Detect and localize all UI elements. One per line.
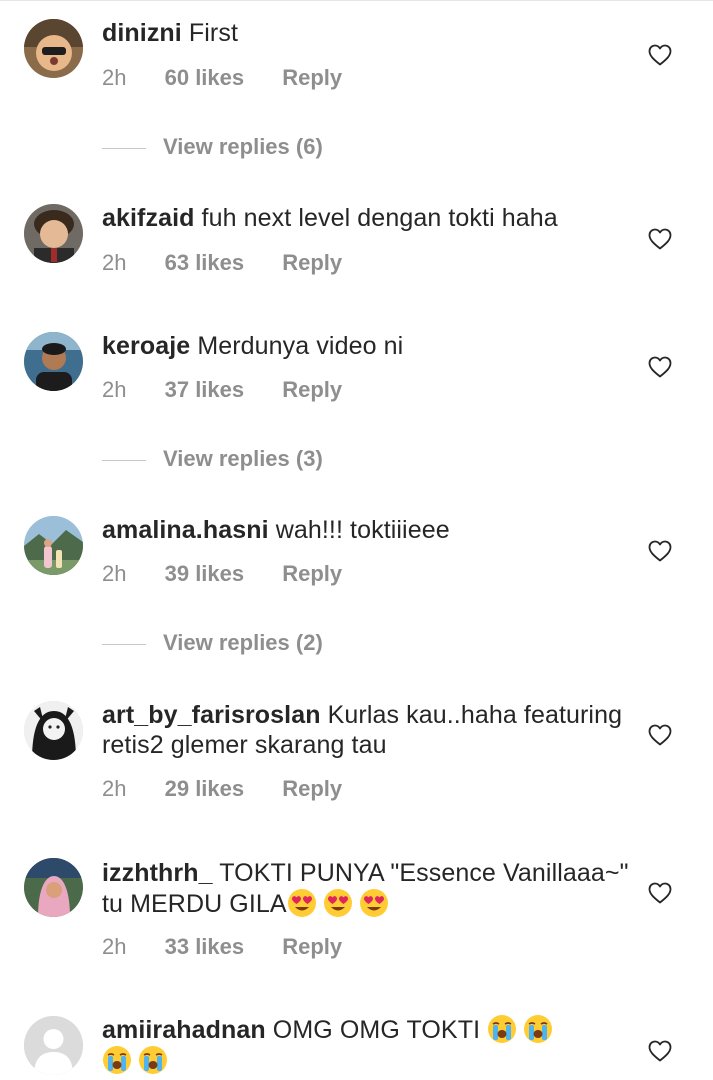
comment-time: 2h bbox=[102, 377, 127, 402]
view-replies-label: View replies (3) bbox=[163, 446, 323, 471]
comment-username[interactable]: amiirahadnan bbox=[102, 1016, 266, 1044]
view-replies-button[interactable]: View replies (2) bbox=[102, 628, 323, 658]
view-replies-button[interactable]: View replies (6) bbox=[102, 132, 323, 162]
comment-meta: 2h 60 likes Reply bbox=[102, 65, 342, 91]
comment-time: 2h bbox=[102, 776, 127, 801]
comment-text: amalina.hasni wah!!! toktiiieee bbox=[102, 515, 632, 545]
view-replies-label: View replies (6) bbox=[163, 134, 323, 159]
comment-likes[interactable]: 39 likes bbox=[165, 561, 245, 587]
avatar[interactable] bbox=[24, 332, 83, 391]
top-divider bbox=[0, 0, 713, 1]
reply-button[interactable]: Reply bbox=[282, 65, 342, 91]
comment-text: akifzaid fuh next level dengan tokti hah… bbox=[102, 203, 632, 233]
comment-username[interactable]: dinizni bbox=[102, 19, 182, 47]
comment-body: OMG OMG TOKTI bbox=[272, 1016, 481, 1044]
comment-time: 2h bbox=[102, 65, 127, 90]
comment-username[interactable]: keroaje bbox=[102, 332, 190, 360]
comment-body: wah!!! toktiiieee bbox=[275, 516, 450, 544]
heart-eyes-emoji-icon bbox=[359, 889, 388, 917]
comment-body: fuh next level dengan tokti haha bbox=[201, 204, 558, 232]
view-replies-line bbox=[102, 643, 146, 645]
heart-icon[interactable] bbox=[648, 724, 672, 746]
loudly-crying-emoji-icon bbox=[139, 1046, 167, 1074]
heart-icon[interactable] bbox=[648, 228, 672, 250]
comment-text: keroaje Merdunya video ni bbox=[102, 331, 632, 361]
reply-button[interactable]: Reply bbox=[282, 561, 342, 587]
view-replies-button[interactable]: View replies (3) bbox=[102, 444, 323, 474]
comment-likes[interactable]: 37 likes bbox=[165, 377, 245, 403]
comment-text: art_by_farisroslan Kurlas kau..haha feat… bbox=[102, 700, 632, 760]
comment-likes[interactable]: 33 likes bbox=[165, 934, 245, 960]
comment-text: izzhthrh_ TOKTI PUNYA "Essence Vanillaaa… bbox=[102, 858, 632, 919]
loudly-crying-emoji-icon bbox=[103, 1046, 131, 1074]
view-replies-line bbox=[102, 147, 146, 149]
avatar[interactable] bbox=[24, 701, 83, 760]
comment-likes[interactable]: 63 likes bbox=[165, 250, 245, 276]
comment-username[interactable]: akifzaid bbox=[102, 204, 195, 232]
loudly-crying-emoji-icon bbox=[488, 1015, 517, 1043]
heart-icon[interactable] bbox=[648, 356, 672, 378]
comment-time: 2h bbox=[102, 250, 127, 275]
comment-meta: 2h 39 likes Reply bbox=[102, 561, 342, 587]
comment-meta: 2h 37 likes Reply bbox=[102, 377, 342, 403]
reply-button[interactable]: Reply bbox=[282, 776, 342, 802]
avatar[interactable] bbox=[24, 1016, 83, 1075]
comment-time: 2h bbox=[102, 561, 127, 586]
avatar[interactable] bbox=[24, 516, 83, 575]
comment-likes[interactable]: 60 likes bbox=[165, 65, 245, 91]
comment-text: amiirahadnan OMG OMG TOKTI bbox=[102, 1014, 632, 1076]
view-replies-label: View replies (2) bbox=[163, 630, 323, 655]
comment-likes[interactable]: 29 likes bbox=[165, 776, 245, 802]
reply-button[interactable]: Reply bbox=[282, 250, 342, 276]
comment-meta: 2h 33 likes Reply bbox=[102, 934, 342, 960]
avatar[interactable] bbox=[24, 19, 83, 78]
loudly-crying-emoji-icon bbox=[524, 1015, 553, 1043]
comment-username[interactable]: amalina.hasni bbox=[102, 516, 269, 544]
comment-meta: 2h 29 likes Reply bbox=[102, 776, 342, 802]
heart-icon[interactable] bbox=[648, 44, 672, 66]
comment-body: Merdunya video ni bbox=[197, 332, 404, 360]
avatar[interactable] bbox=[24, 858, 83, 917]
reply-button[interactable]: Reply bbox=[282, 377, 342, 403]
heart-icon[interactable] bbox=[648, 882, 672, 904]
heart-icon[interactable] bbox=[648, 540, 672, 562]
comment-meta: 2h 63 likes Reply bbox=[102, 250, 342, 276]
comment-username[interactable]: art_by_farisroslan bbox=[102, 701, 321, 729]
heart-icon[interactable] bbox=[648, 1040, 672, 1062]
comment-text: dinizni First bbox=[102, 18, 632, 48]
comment-body: First bbox=[188, 19, 239, 47]
comment-time: 2h bbox=[102, 934, 127, 959]
heart-eyes-emoji-icon bbox=[323, 889, 352, 917]
reply-button[interactable]: Reply bbox=[282, 934, 342, 960]
avatar[interactable] bbox=[24, 204, 83, 263]
view-replies-line bbox=[102, 459, 146, 461]
heart-eyes-emoji-icon bbox=[287, 889, 316, 917]
comment-username[interactable]: izzhthrh_ bbox=[102, 859, 213, 887]
